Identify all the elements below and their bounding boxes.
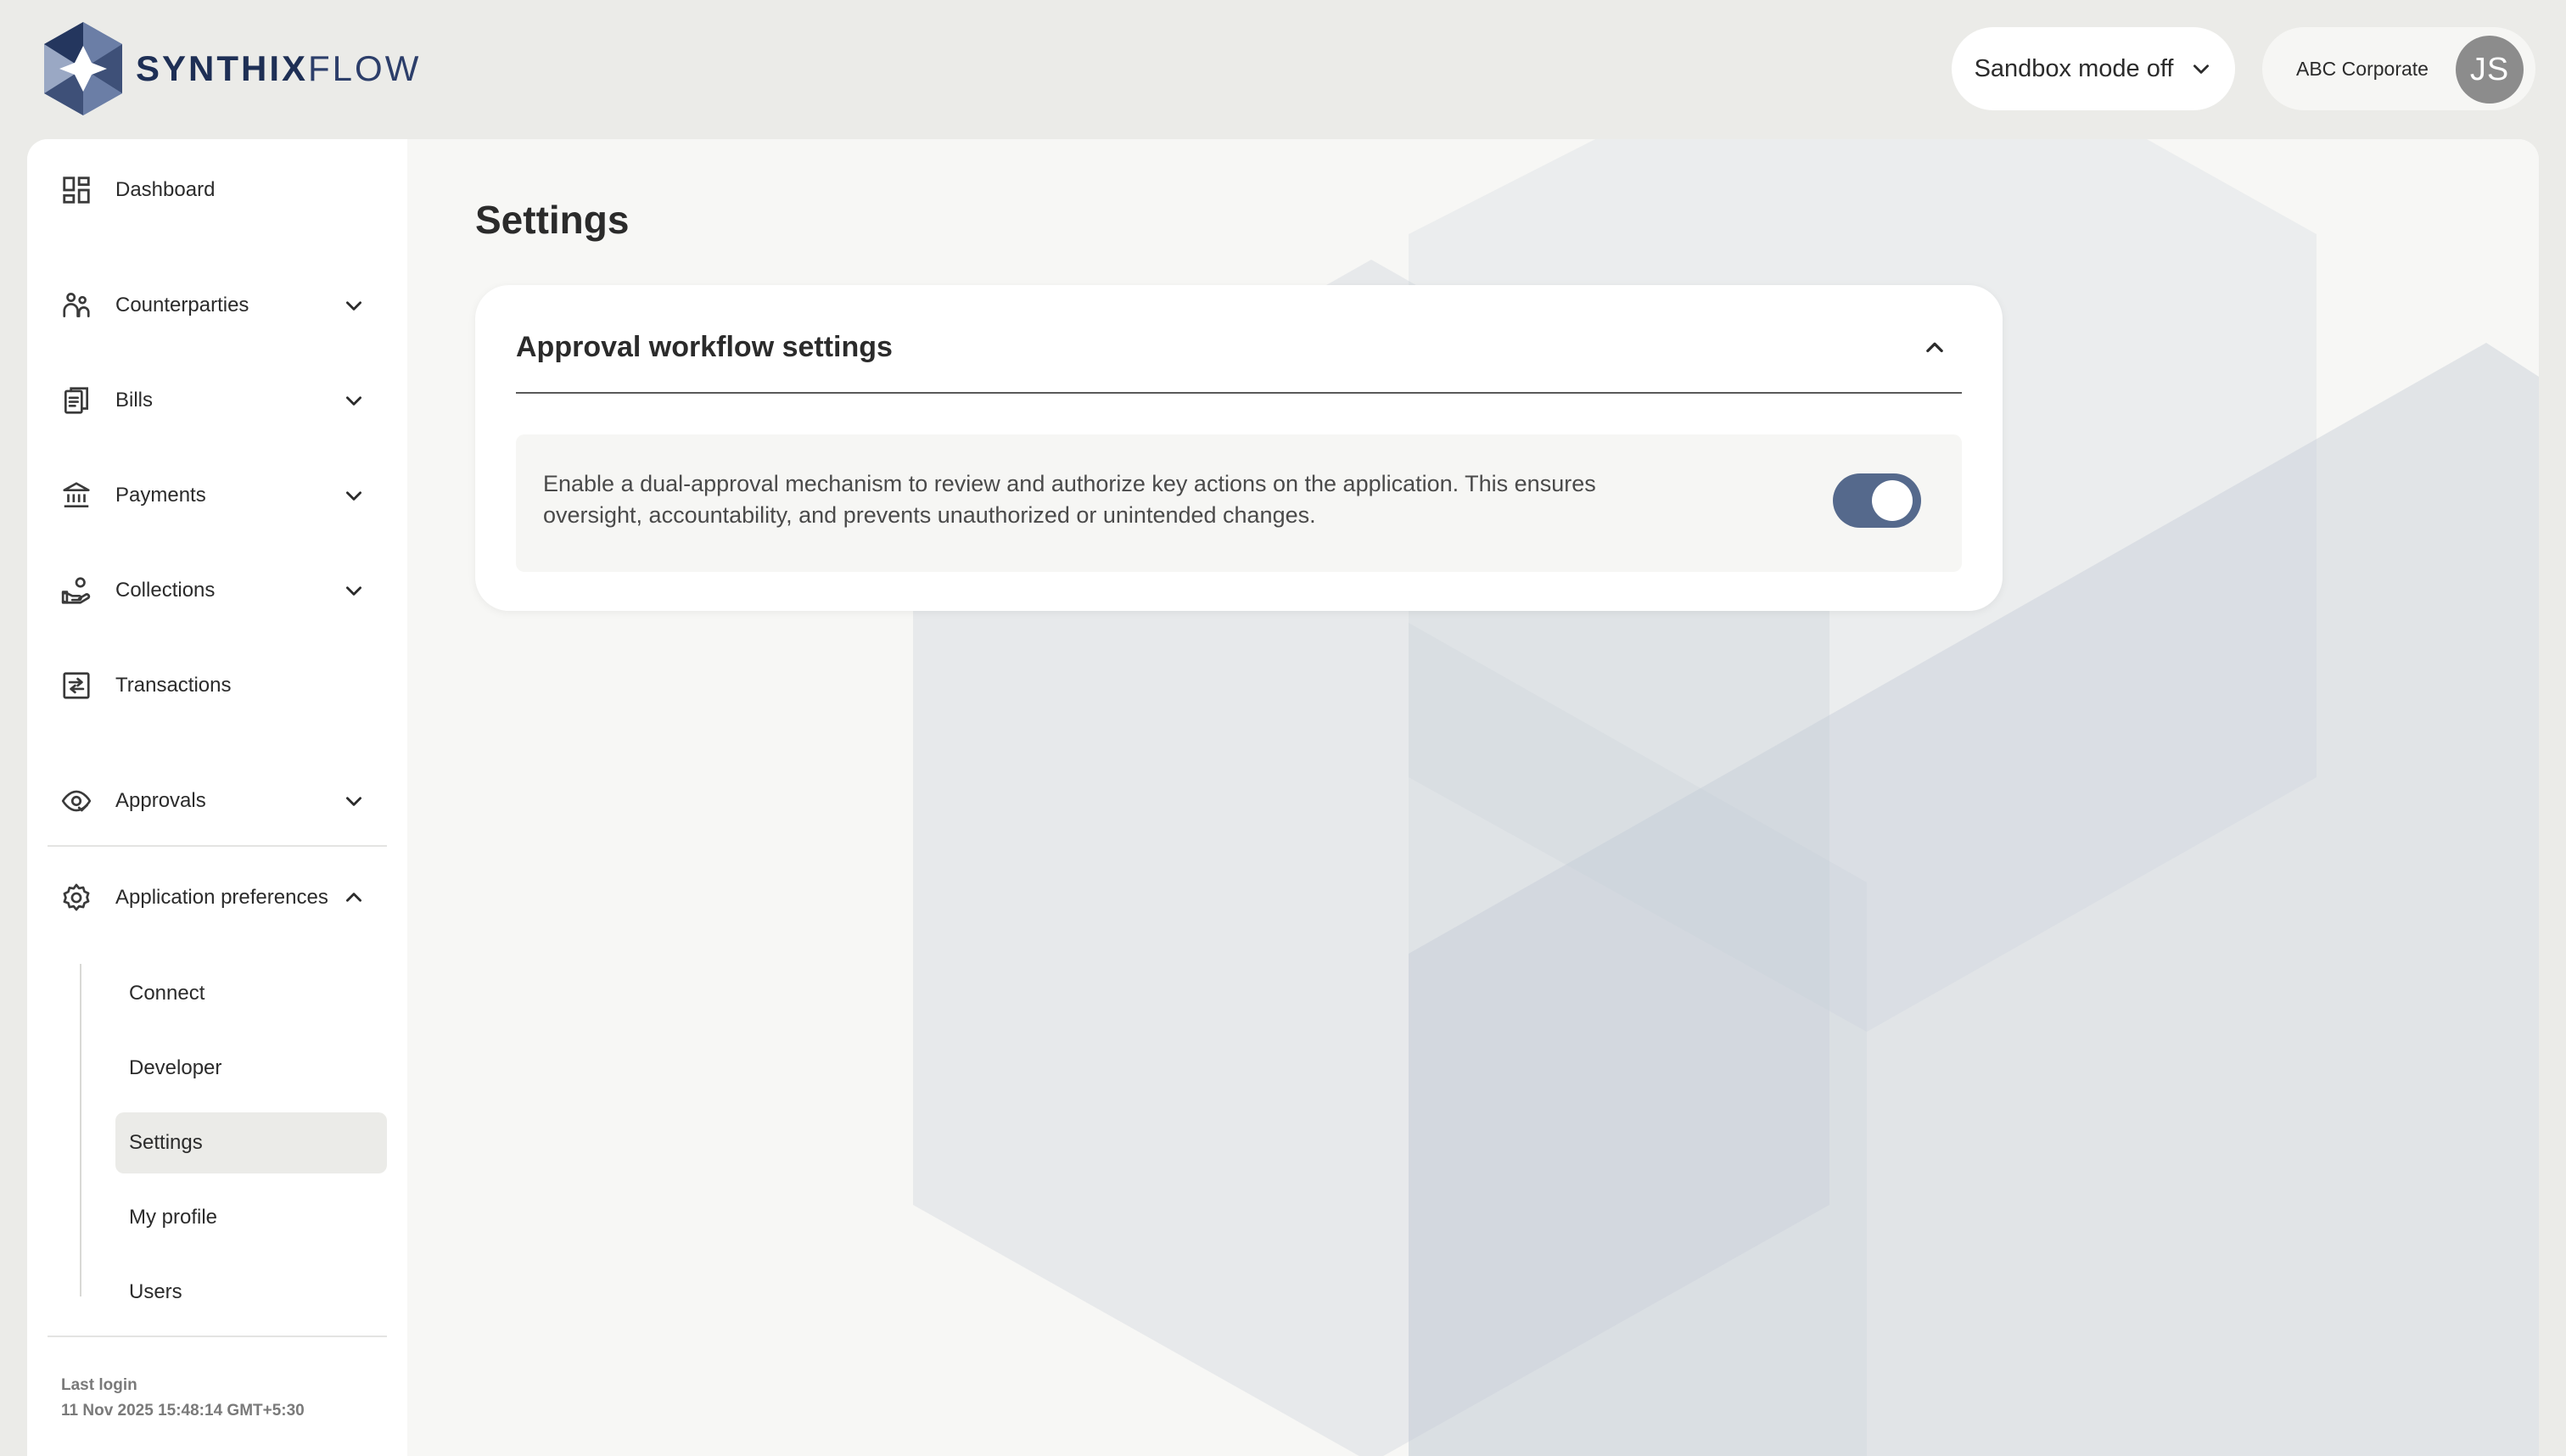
- sidebar-subitem-developer[interactable]: Developer: [115, 1038, 387, 1099]
- avatar[interactable]: JS: [2456, 36, 2524, 104]
- sidebar-subitem-label: Settings: [129, 1131, 203, 1154]
- logo-mark-icon: [44, 22, 122, 115]
- sidebar-item-label: Application preferences: [115, 886, 328, 909]
- collapse-card-button[interactable]: [1918, 331, 1952, 365]
- sidebar-item-collections[interactable]: Collections: [44, 560, 390, 621]
- chevron-down-icon[interactable]: [343, 294, 365, 316]
- last-login-value: 11 Nov 2025 15:48:14 GMT+5:30: [61, 1402, 305, 1420]
- sidebar-item-transactions[interactable]: Transactions: [44, 655, 390, 716]
- sidebar-item-dashboard[interactable]: Dashboard: [44, 160, 390, 221]
- last-login-label: Last login: [61, 1376, 137, 1394]
- sidebar-divider: [48, 845, 387, 847]
- chevron-down-icon[interactable]: [343, 389, 365, 412]
- submenu-guide-line: [80, 964, 81, 1296]
- brand-logo[interactable]: SYNTHIX FLOW: [39, 20, 421, 117]
- sidebar-subitem-connect[interactable]: Connect: [115, 963, 387, 1024]
- dual-approval-setting-row: Enable a dual-approval mechanism to revi…: [516, 434, 1962, 572]
- account-menu[interactable]: ABC Corporate JS: [2262, 27, 2535, 110]
- sidebar-item-application-preferences[interactable]: Application preferences: [44, 867, 390, 928]
- hand-coins-icon: [59, 574, 93, 608]
- chevron-down-icon: [2193, 64, 2210, 74]
- sandbox-mode-dropdown[interactable]: Sandbox mode off: [1952, 27, 2235, 110]
- main-content: Settings Approval workflow settings Enab…: [407, 139, 2539, 1456]
- brand-name-light: FLOW: [308, 48, 422, 88]
- card-title: Approval workflow settings: [516, 331, 893, 363]
- sidebar-subitem-users[interactable]: Users: [115, 1262, 387, 1323]
- sidebar-item-counterparties[interactable]: Counterparties: [44, 275, 390, 336]
- chevron-down-icon[interactable]: [343, 580, 365, 602]
- chevron-down-icon[interactable]: [343, 790, 365, 812]
- app-frame: Dashboard Counterparties Bills Payments: [27, 139, 2539, 1456]
- sidebar: Dashboard Counterparties Bills Payments: [27, 139, 407, 1456]
- sidebar-item-label: Transactions: [115, 674, 232, 697]
- chevron-down-icon[interactable]: [343, 484, 365, 507]
- sidebar-item-bills[interactable]: Bills: [44, 370, 390, 431]
- document-icon: [59, 384, 93, 417]
- sidebar-subitem-label: Connect: [129, 982, 205, 1005]
- sidebar-subitem-label: My profile: [129, 1206, 218, 1229]
- sidebar-divider: [48, 1336, 387, 1337]
- brand-name: SYNTHIX FLOW: [136, 48, 421, 89]
- chevron-up-icon: [1926, 342, 1943, 353]
- card-divider: [516, 392, 1962, 394]
- sidebar-item-label: Approvals: [115, 789, 206, 812]
- toggle-knob: [1872, 480, 1913, 521]
- swap-arrows-icon: [59, 669, 93, 703]
- brand-name-strong: SYNTHIX: [136, 48, 309, 88]
- sidebar-subitem-label: Developer: [129, 1056, 222, 1079]
- dashboard-grid-icon: [59, 173, 93, 207]
- sidebar-subitem-my-profile[interactable]: My profile: [115, 1187, 387, 1248]
- sidebar-subitem-label: Users: [129, 1280, 182, 1303]
- approval-workflow-card: Approval workflow settings Enable a dual…: [475, 285, 2003, 611]
- last-login-info: Last login 11 Nov 2025 15:48:14 GMT+5:30: [61, 1373, 305, 1424]
- dual-approval-description: Enable a dual-approval mechanism to revi…: [543, 471, 1596, 528]
- sidebar-subitem-settings[interactable]: Settings: [115, 1112, 387, 1173]
- sidebar-item-approvals[interactable]: Approvals: [44, 770, 390, 832]
- sidebar-item-payments[interactable]: Payments: [44, 465, 390, 526]
- sidebar-item-label: Bills: [115, 389, 154, 412]
- dual-approval-toggle[interactable]: [1833, 473, 1921, 528]
- sidebar-item-label: Counterparties: [115, 294, 249, 316]
- top-header: SYNTHIX FLOW Sandbox mode off ABC Corpora…: [0, 0, 2566, 139]
- bank-icon: [59, 479, 93, 512]
- eye-icon: [59, 784, 93, 818]
- page-title: Settings: [475, 198, 630, 242]
- chevron-up-icon[interactable]: [343, 887, 365, 909]
- sidebar-item-label: Payments: [115, 484, 206, 507]
- gear-icon: [59, 881, 93, 915]
- people-icon: [59, 288, 93, 322]
- sandbox-mode-label: Sandbox mode off: [1974, 54, 2174, 82]
- account-name: ABC Corporate: [2296, 57, 2429, 80]
- sidebar-item-label: Collections: [115, 579, 216, 602]
- sidebar-item-label: Dashboard: [115, 178, 216, 201]
